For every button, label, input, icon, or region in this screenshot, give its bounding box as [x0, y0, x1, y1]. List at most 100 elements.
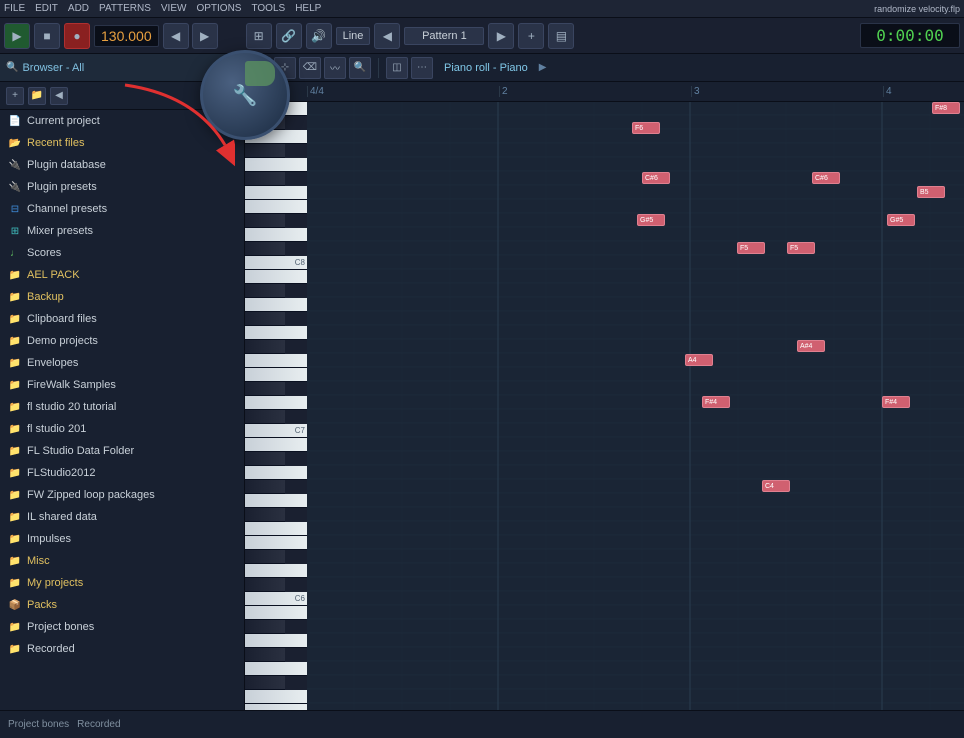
- sidebar-item-5[interactable]: ⊞Mixer presets: [0, 220, 244, 242]
- piano-key-B6[interactable]: [245, 438, 307, 452]
- piano-key-G8[interactable]: [245, 158, 307, 172]
- link-button[interactable]: 🔗: [276, 23, 302, 49]
- piano-key-F6[interactable]: [245, 522, 307, 536]
- note-19[interactable]: F#4: [882, 396, 910, 408]
- record-button[interactable]: ●: [64, 23, 90, 49]
- note-8[interactable]: G#5: [637, 214, 665, 226]
- sidebar-item-22[interactable]: 📦Packs: [0, 594, 244, 616]
- piano-key-A5[interactable]: [245, 634, 307, 648]
- patterns-menu[interactable]: PATTERNS: [99, 3, 151, 14]
- piano-key-C#8[interactable]: [245, 242, 285, 256]
- tempo-up[interactable]: ▶: [192, 23, 218, 49]
- note-10[interactable]: F5: [737, 242, 765, 254]
- piano-key-C#6[interactable]: [245, 578, 285, 592]
- sidebar-item-1[interactable]: 📂Recent files: [0, 132, 244, 154]
- piano-key-G7[interactable]: [245, 326, 307, 340]
- piano-key-F#5[interactable]: [245, 676, 285, 690]
- sidebar-item-8[interactable]: 📁Backup: [0, 286, 244, 308]
- piano-key-B7[interactable]: [245, 270, 307, 284]
- note-9[interactable]: G#5: [887, 214, 915, 226]
- piano-key-A#7[interactable]: [245, 284, 285, 298]
- quantize-btn[interactable]: ◫: [386, 57, 408, 79]
- piano-key-C7[interactable]: C7: [245, 424, 307, 438]
- next-pattern[interactable]: ▶: [488, 23, 514, 49]
- note-6[interactable]: B5: [917, 186, 945, 198]
- piano-key-F7[interactable]: [245, 354, 307, 368]
- note-14[interactable]: A#4: [797, 340, 825, 352]
- sidebar-item-24[interactable]: 📁Recorded: [0, 638, 244, 660]
- add-pattern[interactable]: +: [518, 23, 544, 49]
- sidebar-item-4[interactable]: ⊟Channel presets: [0, 198, 244, 220]
- piano-key-G#7[interactable]: [245, 312, 285, 326]
- sidebar-item-11[interactable]: 📁Envelopes: [0, 352, 244, 374]
- note-0[interactable]: F6: [632, 122, 660, 134]
- piano-key-E6[interactable]: [245, 536, 307, 550]
- note-grid[interactable]: F6F#8F6C#6C#6D6B5A5G#5G#5F5F5E5D#5A#4A#4…: [307, 102, 964, 710]
- sidebar-item-10[interactable]: 📁Demo projects: [0, 330, 244, 352]
- sidebar-item-16[interactable]: 📁FLStudio2012: [0, 462, 244, 484]
- piano-key-E7[interactable]: [245, 368, 307, 382]
- sidebar-item-6[interactable]: ♩Scores: [0, 242, 244, 264]
- piano-key-D#7[interactable]: [245, 382, 285, 396]
- piano-key-G#5[interactable]: [245, 648, 285, 662]
- tools-menu[interactable]: TOOLS: [251, 3, 285, 14]
- speaker-button[interactable]: 🔊: [306, 23, 332, 49]
- snap-button[interactable]: ⊞: [246, 23, 272, 49]
- pattern-menu[interactable]: ▤: [548, 23, 574, 49]
- note-1[interactable]: F#8: [932, 102, 960, 114]
- view-menu[interactable]: VIEW: [161, 3, 187, 14]
- piano-key-G#8[interactable]: [245, 144, 285, 158]
- piano-key-C#7[interactable]: [245, 410, 285, 424]
- sidebar-item-20[interactable]: 📁Misc: [0, 550, 244, 572]
- detuning-tool[interactable]: 〰: [324, 57, 346, 79]
- sidebar-item-18[interactable]: 📁IL shared data: [0, 506, 244, 528]
- piano-key-A#5[interactable]: [245, 620, 285, 634]
- sidebar-item-19[interactable]: 📁Impulses: [0, 528, 244, 550]
- stop-button[interactable]: ■: [34, 23, 60, 49]
- note-21[interactable]: C4: [762, 480, 790, 492]
- edit-menu[interactable]: EDIT: [35, 3, 58, 14]
- note-11[interactable]: F5: [787, 242, 815, 254]
- piano-key-D6[interactable]: [245, 564, 307, 578]
- note-16[interactable]: A4: [685, 354, 713, 366]
- sidebar-back-btn[interactable]: ◀: [50, 87, 68, 105]
- piano-key-A#6[interactable]: [245, 452, 285, 466]
- sidebar-item-14[interactable]: 📁fl studio 201: [0, 418, 244, 440]
- add-menu[interactable]: ADD: [68, 3, 89, 14]
- circle-button[interactable]: 🔧: [200, 50, 290, 140]
- sidebar-item-3[interactable]: 🔌Plugin presets: [0, 176, 244, 198]
- sidebar-item-17[interactable]: 📁FW Zipped loop packages: [0, 484, 244, 506]
- note-18[interactable]: F#4: [702, 396, 730, 408]
- tempo-down[interactable]: ◀: [163, 23, 189, 49]
- piano-key-D#8[interactable]: [245, 214, 285, 228]
- bpm-display[interactable]: 130.000: [94, 25, 159, 47]
- piano-key-G6[interactable]: [245, 494, 307, 508]
- piano-key-E8[interactable]: [245, 200, 307, 214]
- play-button[interactable]: ▶: [4, 23, 30, 49]
- line-selector[interactable]: Line: [336, 27, 371, 45]
- options-menu[interactable]: OPTIONS: [196, 3, 241, 14]
- pattern-display[interactable]: Pattern 1: [404, 27, 484, 45]
- piano-key-B5[interactable]: [245, 606, 307, 620]
- sidebar-item-13[interactable]: 📁fl studio 20 tutorial: [0, 396, 244, 418]
- sidebar-item-15[interactable]: 📁FL Studio Data Folder: [0, 440, 244, 462]
- sidebar-item-2[interactable]: 🔌Plugin database: [0, 154, 244, 176]
- piano-key-A7[interactable]: [245, 298, 307, 312]
- piano-key-G5[interactable]: [245, 662, 307, 676]
- piano-key-F5[interactable]: [245, 690, 307, 704]
- piano-key-A6[interactable]: [245, 466, 307, 480]
- sidebar-item-21[interactable]: 📁My projects: [0, 572, 244, 594]
- piano-key-D#6[interactable]: [245, 550, 285, 564]
- piano-key-G#6[interactable]: [245, 480, 285, 494]
- piano-key-C8[interactable]: C8: [245, 256, 307, 270]
- erase-tool[interactable]: ⌫: [299, 57, 321, 79]
- note-4[interactable]: C#6: [812, 172, 840, 184]
- piano-key-D8[interactable]: [245, 228, 307, 242]
- humanize-btn[interactable]: ⋯: [411, 57, 433, 79]
- sidebar-item-12[interactable]: 📁FireWalk Samples: [0, 374, 244, 396]
- piano-key-F#7[interactable]: [245, 340, 285, 354]
- note-3[interactable]: C#6: [642, 172, 670, 184]
- zoom-tool[interactable]: 🔍: [349, 57, 371, 79]
- piano-key-F#6[interactable]: [245, 508, 285, 522]
- piano-key-D7[interactable]: [245, 396, 307, 410]
